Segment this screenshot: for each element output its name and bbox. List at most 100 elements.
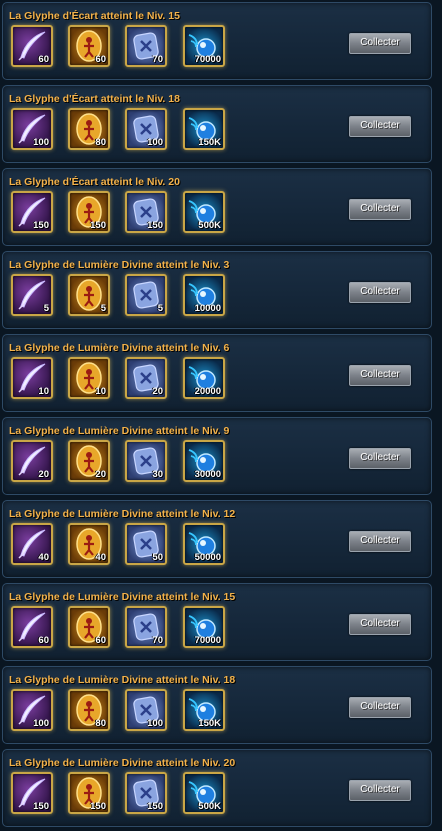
reward-title: La Glyphe de Lumière Divine atteint le N… [9,591,236,603]
rune-item-slot[interactable]: 100 [125,689,167,731]
reward-title: La Glyphe de Lumière Divine atteint le N… [9,425,230,437]
idol-item-slot[interactable]: 150 [68,191,110,233]
idol-item-slot[interactable]: 80 [68,108,110,150]
rune-item-slot[interactable]: 5 [125,274,167,316]
reward-title: La Glyphe de Lumière Divine atteint le N… [9,259,230,271]
feather-item-slot[interactable]: 40 [11,523,53,565]
item-quantity: 500K [198,220,221,231]
feather-item-slot[interactable]: 60 [11,25,53,67]
reward-title: La Glyphe de Lumière Divine atteint le N… [9,757,236,769]
orb-item-slot[interactable]: 70000 [183,25,225,67]
feather-item-slot[interactable]: 5 [11,274,53,316]
item-quantity: 70000 [194,635,221,646]
item-quantity: 80 [95,718,106,729]
item-quantity: 5 [157,303,163,314]
reward-list: La Glyphe d'Écart atteint le Niv. 15 60 … [0,0,442,831]
item-quantity: 20 [152,386,163,397]
orb-item-slot[interactable]: 500K [183,191,225,233]
feather-item-slot[interactable]: 60 [11,606,53,648]
reward-row: La Glyphe de Lumière Divine atteint le N… [2,583,432,661]
rune-item-slot[interactable]: 150 [125,191,167,233]
item-quantity: 60 [38,635,49,646]
reward-title: La Glyphe de Lumière Divine atteint le N… [9,342,230,354]
reward-title: La Glyphe d'Écart atteint le Niv. 20 [9,176,180,188]
reward-title: La Glyphe de Lumière Divine atteint le N… [9,508,236,520]
feather-item-slot[interactable]: 10 [11,357,53,399]
rune-item-slot[interactable]: 100 [125,108,167,150]
rune-item-slot[interactable]: 70 [125,25,167,67]
item-quantity: 70 [152,635,163,646]
collect-button[interactable]: Collecter [349,116,411,137]
item-quantity: 100 [33,718,49,729]
item-quantity: 20 [95,469,106,480]
collect-button[interactable]: Collecter [349,282,411,303]
feather-item-slot[interactable]: 150 [11,191,53,233]
orb-item-slot[interactable]: 150K [183,689,225,731]
item-quantity: 150 [33,220,49,231]
idol-item-slot[interactable]: 40 [68,523,110,565]
reward-row: La Glyphe de Lumière Divine atteint le N… [2,749,432,827]
item-quantity: 150 [90,220,106,231]
orb-item-slot[interactable]: 10000 [183,274,225,316]
orb-item-slot[interactable]: 30000 [183,440,225,482]
idol-item-slot[interactable]: 20 [68,440,110,482]
item-quantity: 70000 [194,54,221,65]
collect-button[interactable]: Collecter [349,199,411,220]
item-quantity: 10 [95,386,106,397]
item-quantity: 100 [33,137,49,148]
item-quantity: 50000 [194,552,221,563]
collect-button[interactable]: Collecter [349,614,411,635]
feather-item-slot[interactable]: 100 [11,108,53,150]
item-quantity: 70 [152,54,163,65]
orb-item-slot[interactable]: 500K [183,772,225,814]
reward-row: La Glyphe de Lumière Divine atteint le N… [2,500,432,578]
item-quantity: 5 [100,303,106,314]
item-quantity: 150K [198,137,221,148]
reward-row: La Glyphe d'Écart atteint le Niv. 18 100… [2,85,432,163]
item-quantity: 40 [38,552,49,563]
feather-item-slot[interactable]: 100 [11,689,53,731]
item-quantity: 100 [147,137,163,148]
idol-item-slot[interactable]: 150 [68,772,110,814]
feather-item-slot[interactable]: 20 [11,440,53,482]
orb-item-slot[interactable]: 150K [183,108,225,150]
rune-item-slot[interactable]: 70 [125,606,167,648]
rune-item-slot[interactable]: 150 [125,772,167,814]
item-quantity: 20000 [194,386,221,397]
reward-title: La Glyphe d'Écart atteint le Niv. 15 [9,10,180,22]
item-quantity: 150K [198,718,221,729]
reward-row: La Glyphe de Lumière Divine atteint le N… [2,251,432,329]
reward-row: La Glyphe de Lumière Divine atteint le N… [2,334,432,412]
collect-button[interactable]: Collecter [349,365,411,386]
orb-item-slot[interactable]: 70000 [183,606,225,648]
rune-item-slot[interactable]: 30 [125,440,167,482]
collect-button[interactable]: Collecter [349,531,411,552]
reward-title: La Glyphe d'Écart atteint le Niv. 18 [9,93,180,105]
feather-item-slot[interactable]: 150 [11,772,53,814]
reward-row: La Glyphe de Lumière Divine atteint le N… [2,417,432,495]
item-quantity: 100 [147,718,163,729]
item-quantity: 150 [147,801,163,812]
item-quantity: 150 [90,801,106,812]
idol-item-slot[interactable]: 60 [68,606,110,648]
rune-item-slot[interactable]: 50 [125,523,167,565]
collect-button[interactable]: Collecter [349,33,411,54]
item-quantity: 500K [198,801,221,812]
collect-button[interactable]: Collecter [349,448,411,469]
orb-item-slot[interactable]: 50000 [183,523,225,565]
idol-item-slot[interactable]: 80 [68,689,110,731]
collect-button[interactable]: Collecter [349,697,411,718]
item-quantity: 60 [38,54,49,65]
collect-button[interactable]: Collecter [349,780,411,801]
idol-item-slot[interactable]: 10 [68,357,110,399]
item-quantity: 60 [95,54,106,65]
orb-item-slot[interactable]: 20000 [183,357,225,399]
idol-item-slot[interactable]: 60 [68,25,110,67]
idol-item-slot[interactable]: 5 [68,274,110,316]
reward-title: La Glyphe de Lumière Divine atteint le N… [9,674,236,686]
rune-item-slot[interactable]: 20 [125,357,167,399]
item-quantity: 60 [95,635,106,646]
item-quantity: 30000 [194,469,221,480]
reward-row: La Glyphe d'Écart atteint le Niv. 20 150… [2,168,432,246]
reward-row: La Glyphe d'Écart atteint le Niv. 15 60 … [2,2,432,80]
